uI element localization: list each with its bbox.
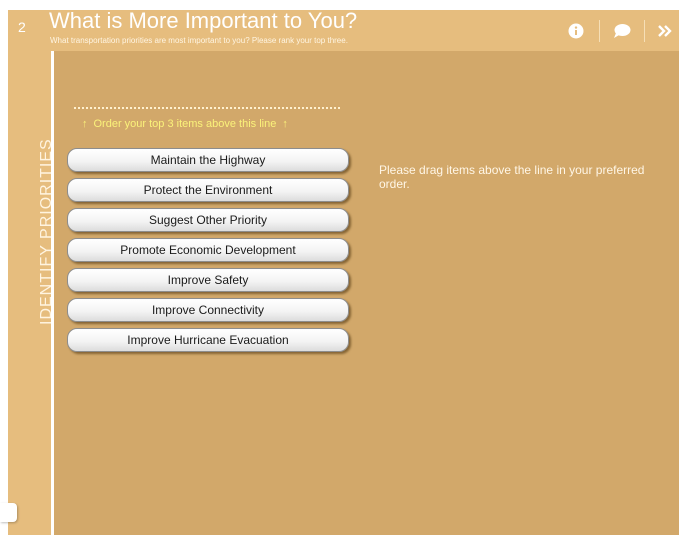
priority-item-label: Improve Hurricane Evacuation xyxy=(127,333,289,347)
arrow-up-icon: ↑ xyxy=(282,118,288,130)
drag-instruction: Please drag items above the line in your… xyxy=(379,163,645,191)
step-number: 2 xyxy=(18,19,26,35)
priority-item-label: Improve Safety xyxy=(167,273,249,287)
priority-item[interactable]: Protect the Environment xyxy=(67,178,349,202)
priority-item-label: Protect the Environment xyxy=(143,183,273,197)
priority-item[interactable]: Improve Safety xyxy=(67,268,349,292)
priority-item-label: Promote Economic Development xyxy=(120,243,296,257)
main-panel: ↑ Order your top 3 items above this line ↑… xyxy=(54,51,679,535)
header-divider xyxy=(599,20,600,42)
priority-list: Maintain the Highway Protect the Environ… xyxy=(67,148,349,358)
priority-item[interactable]: Improve Connectivity xyxy=(67,298,349,322)
priority-item[interactable]: Suggest Other Priority xyxy=(67,208,349,232)
comment-icon[interactable] xyxy=(613,22,631,40)
app-frame: 2 What is More Important to You? What tr… xyxy=(0,0,679,535)
order-hint-text: Order your top 3 items above this line xyxy=(93,118,277,130)
double-chevron-right-icon[interactable] xyxy=(656,22,674,40)
priority-item[interactable]: Maintain the Highway xyxy=(67,148,349,172)
arrow-up-icon: ↑ xyxy=(82,118,88,130)
ranking-cutoff-line xyxy=(74,107,340,109)
priority-item[interactable]: Improve Hurricane Evacuation xyxy=(67,328,349,352)
side-panel-toggle[interactable] xyxy=(0,503,17,522)
order-hint: ↑ Order your top 3 items above this line ↑ xyxy=(76,118,294,130)
priority-item-label: Improve Connectivity xyxy=(151,303,265,317)
priority-item-label: Maintain the Highway xyxy=(150,153,266,167)
page-title: What is More Important to You? xyxy=(49,8,358,33)
priority-item-label: Suggest Other Priority xyxy=(148,213,268,227)
priority-item[interactable]: Promote Economic Development xyxy=(67,238,349,262)
page-subtitle: What transportation priorities are most … xyxy=(50,36,348,45)
sidebar: IDENTIFY PRIORITIES xyxy=(8,51,55,535)
header-divider xyxy=(644,20,645,42)
info-icon[interactable] xyxy=(567,22,585,40)
